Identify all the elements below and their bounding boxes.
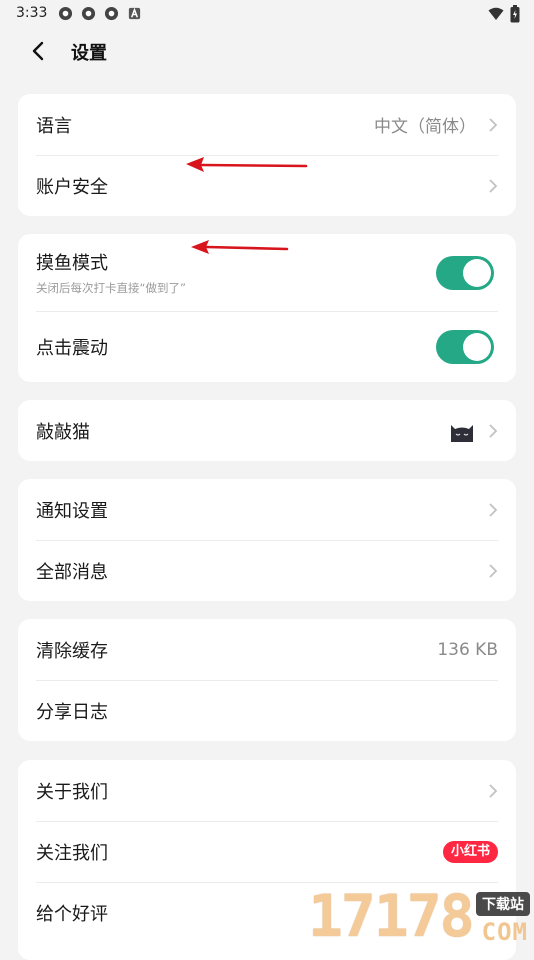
app-bar: 设置 (0, 28, 534, 74)
slack-mode-toggle[interactable] (436, 255, 494, 290)
all-messages-row[interactable]: 全部消息 (36, 540, 498, 601)
cat-avatar-icon (451, 424, 473, 442)
notification-settings-row[interactable]: 通知设置 (36, 479, 498, 540)
all-messages-label: 全部消息 (36, 562, 108, 583)
watermark-digits: 17178 (308, 882, 475, 950)
tap-vibration-row: 点击震动 (36, 311, 498, 382)
chevron-right-icon (489, 179, 498, 193)
about-us-label: 关于我们 (36, 781, 108, 803)
language-row[interactable]: 语言 中文（简体） (36, 94, 498, 155)
rate-us-label: 给个好评 (36, 904, 108, 925)
chevron-right-icon (489, 564, 498, 578)
share-log-row[interactable]: 分享日志 (36, 680, 498, 741)
clear-cache-row[interactable]: 清除缓存 136 KB (36, 619, 498, 680)
chevron-right-icon (489, 117, 498, 132)
site-watermark: 17178 下载站 COM (308, 884, 534, 950)
follow-us-row[interactable]: 关注我们 小红书 (36, 821, 498, 882)
notification-app-icon (81, 6, 96, 21)
back-arrow-icon[interactable] (26, 38, 52, 64)
slack-mode-subtitle: 关闭后每次打卡直接“做到了” (36, 281, 186, 295)
page-title: 设置 (71, 43, 107, 64)
toggle-knob (463, 333, 491, 361)
share-log-label: 分享日志 (36, 702, 108, 723)
general-settings-card: 语言 中文（简体） 账户安全 (18, 94, 516, 216)
follow-us-label: 关注我们 (36, 843, 108, 864)
notifications-card: 通知设置 全部消息 (18, 479, 516, 601)
notification-settings-label: 通知设置 (36, 500, 108, 522)
chevron-right-icon (489, 423, 498, 438)
chevron-right-icon (489, 783, 498, 798)
knock-cat-row[interactable]: 敲敲猫 (36, 400, 498, 461)
tap-vibration-label: 点击震动 (36, 338, 108, 359)
knock-cat-label: 敲敲猫 (36, 421, 90, 443)
account-security-label: 账户安全 (36, 177, 108, 198)
notification-app-icon (104, 6, 119, 21)
notification-app-icon (58, 6, 73, 21)
system-icons (488, 5, 520, 23)
knock-cat-card: 敲敲猫 (18, 400, 516, 461)
chevron-right-icon (489, 502, 498, 517)
toggle-knob (463, 258, 491, 287)
storage-card: 清除缓存 136 KB 分享日志 (18, 619, 516, 741)
wifi-icon (488, 7, 504, 20)
about-us-row[interactable]: 关于我们 (36, 760, 498, 821)
status-bar: 3:33 (0, 0, 534, 28)
clear-cache-label: 清除缓存 (36, 640, 108, 662)
slack-mode-label: 摸鱼模式 (36, 253, 108, 274)
account-security-row[interactable]: 账户安全 (36, 155, 498, 216)
notification-a-icon (128, 7, 141, 20)
slack-mode-row: 摸鱼模式 关闭后每次打卡直接“做到了” (36, 234, 498, 311)
tap-vibration-toggle[interactable] (436, 330, 494, 364)
modes-card: 摸鱼模式 关闭后每次打卡直接“做到了” 点击震动 (18, 234, 516, 382)
battery-icon (510, 5, 520, 23)
cache-size-value: 136 KB (437, 639, 498, 660)
status-time: 3:33 (16, 5, 48, 21)
language-value: 中文（简体） (374, 117, 476, 137)
watermark-domain: COM (481, 918, 528, 946)
xiaohongshu-badge[interactable]: 小红书 (442, 841, 498, 863)
watermark-tag: 下载站 (476, 892, 530, 916)
language-label: 语言 (36, 115, 72, 137)
notification-icons (58, 6, 142, 21)
